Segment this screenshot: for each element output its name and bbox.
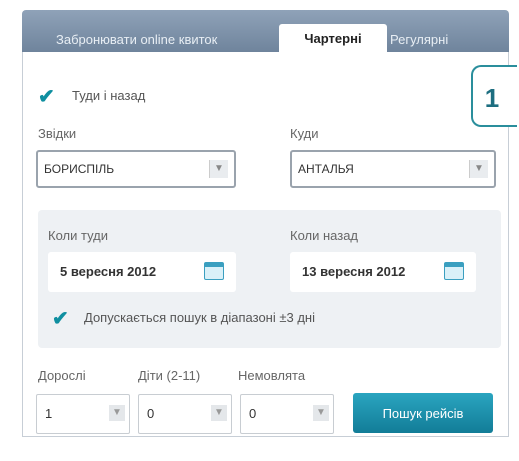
to-select[interactable]: АНТАЛЬЯ ▼ — [290, 150, 496, 188]
calendar-icon[interactable] — [444, 262, 464, 280]
step-badge: 1 — [471, 65, 517, 127]
from-select[interactable]: БОРИСПІЛЬ ▼ — [36, 150, 236, 188]
children-select[interactable]: 0 ▼ — [138, 394, 232, 434]
tab-online-booking[interactable]: Забронювати online квиток — [56, 28, 217, 52]
chevron-down-icon: ▼ — [211, 405, 227, 421]
return-date-value: 13 вересня 2012 — [302, 264, 406, 279]
range-label: Допускається пошук в діапазоні ±3 дні — [84, 310, 315, 325]
to-label: Куди — [290, 126, 319, 141]
infants-label: Немовлята — [238, 368, 306, 383]
depart-date-field[interactable]: 5 вересня 2012 — [48, 252, 236, 292]
infants-select[interactable]: 0 ▼ — [240, 394, 334, 434]
range-checkbox[interactable]: ✔ — [52, 306, 69, 331]
adults-label: Дорослі — [38, 368, 86, 383]
dates-section: Коли туди Коли назад 5 вересня 2012 13 в… — [38, 210, 501, 348]
children-value: 0 — [147, 406, 155, 421]
adults-value: 1 — [45, 406, 53, 421]
tab-bar: Забронювати online квиток Чартерні Регул… — [22, 10, 509, 52]
chevron-down-icon: ▼ — [313, 405, 329, 421]
booking-widget: Забронювати online квиток Чартерні Регул… — [0, 0, 519, 461]
chevron-down-icon: ▼ — [209, 160, 228, 178]
return-date-field[interactable]: 13 вересня 2012 — [290, 252, 476, 292]
children-label: Діти (2-11) — [138, 368, 201, 383]
round-trip-label: Туди і назад — [72, 88, 146, 103]
chevron-down-icon: ▼ — [469, 160, 488, 178]
return-label: Коли назад — [290, 228, 359, 243]
tab-regular[interactable]: Регулярні — [390, 28, 448, 52]
round-trip-checkbox[interactable]: ✔ — [38, 84, 55, 109]
from-label: Звідки — [38, 126, 77, 141]
tab-charter[interactable]: Чартерні — [279, 24, 387, 52]
from-value: БОРИСПІЛЬ — [44, 162, 115, 176]
to-value: АНТАЛЬЯ — [298, 162, 354, 176]
depart-date-value: 5 вересня 2012 — [60, 264, 157, 279]
adults-select[interactable]: 1 ▼ — [36, 394, 130, 434]
infants-value: 0 — [249, 406, 257, 421]
calendar-icon[interactable] — [204, 262, 224, 280]
search-flights-button[interactable]: Пошук рейсів — [353, 393, 493, 433]
chevron-down-icon: ▼ — [109, 405, 125, 421]
depart-label: Коли туди — [48, 228, 108, 243]
